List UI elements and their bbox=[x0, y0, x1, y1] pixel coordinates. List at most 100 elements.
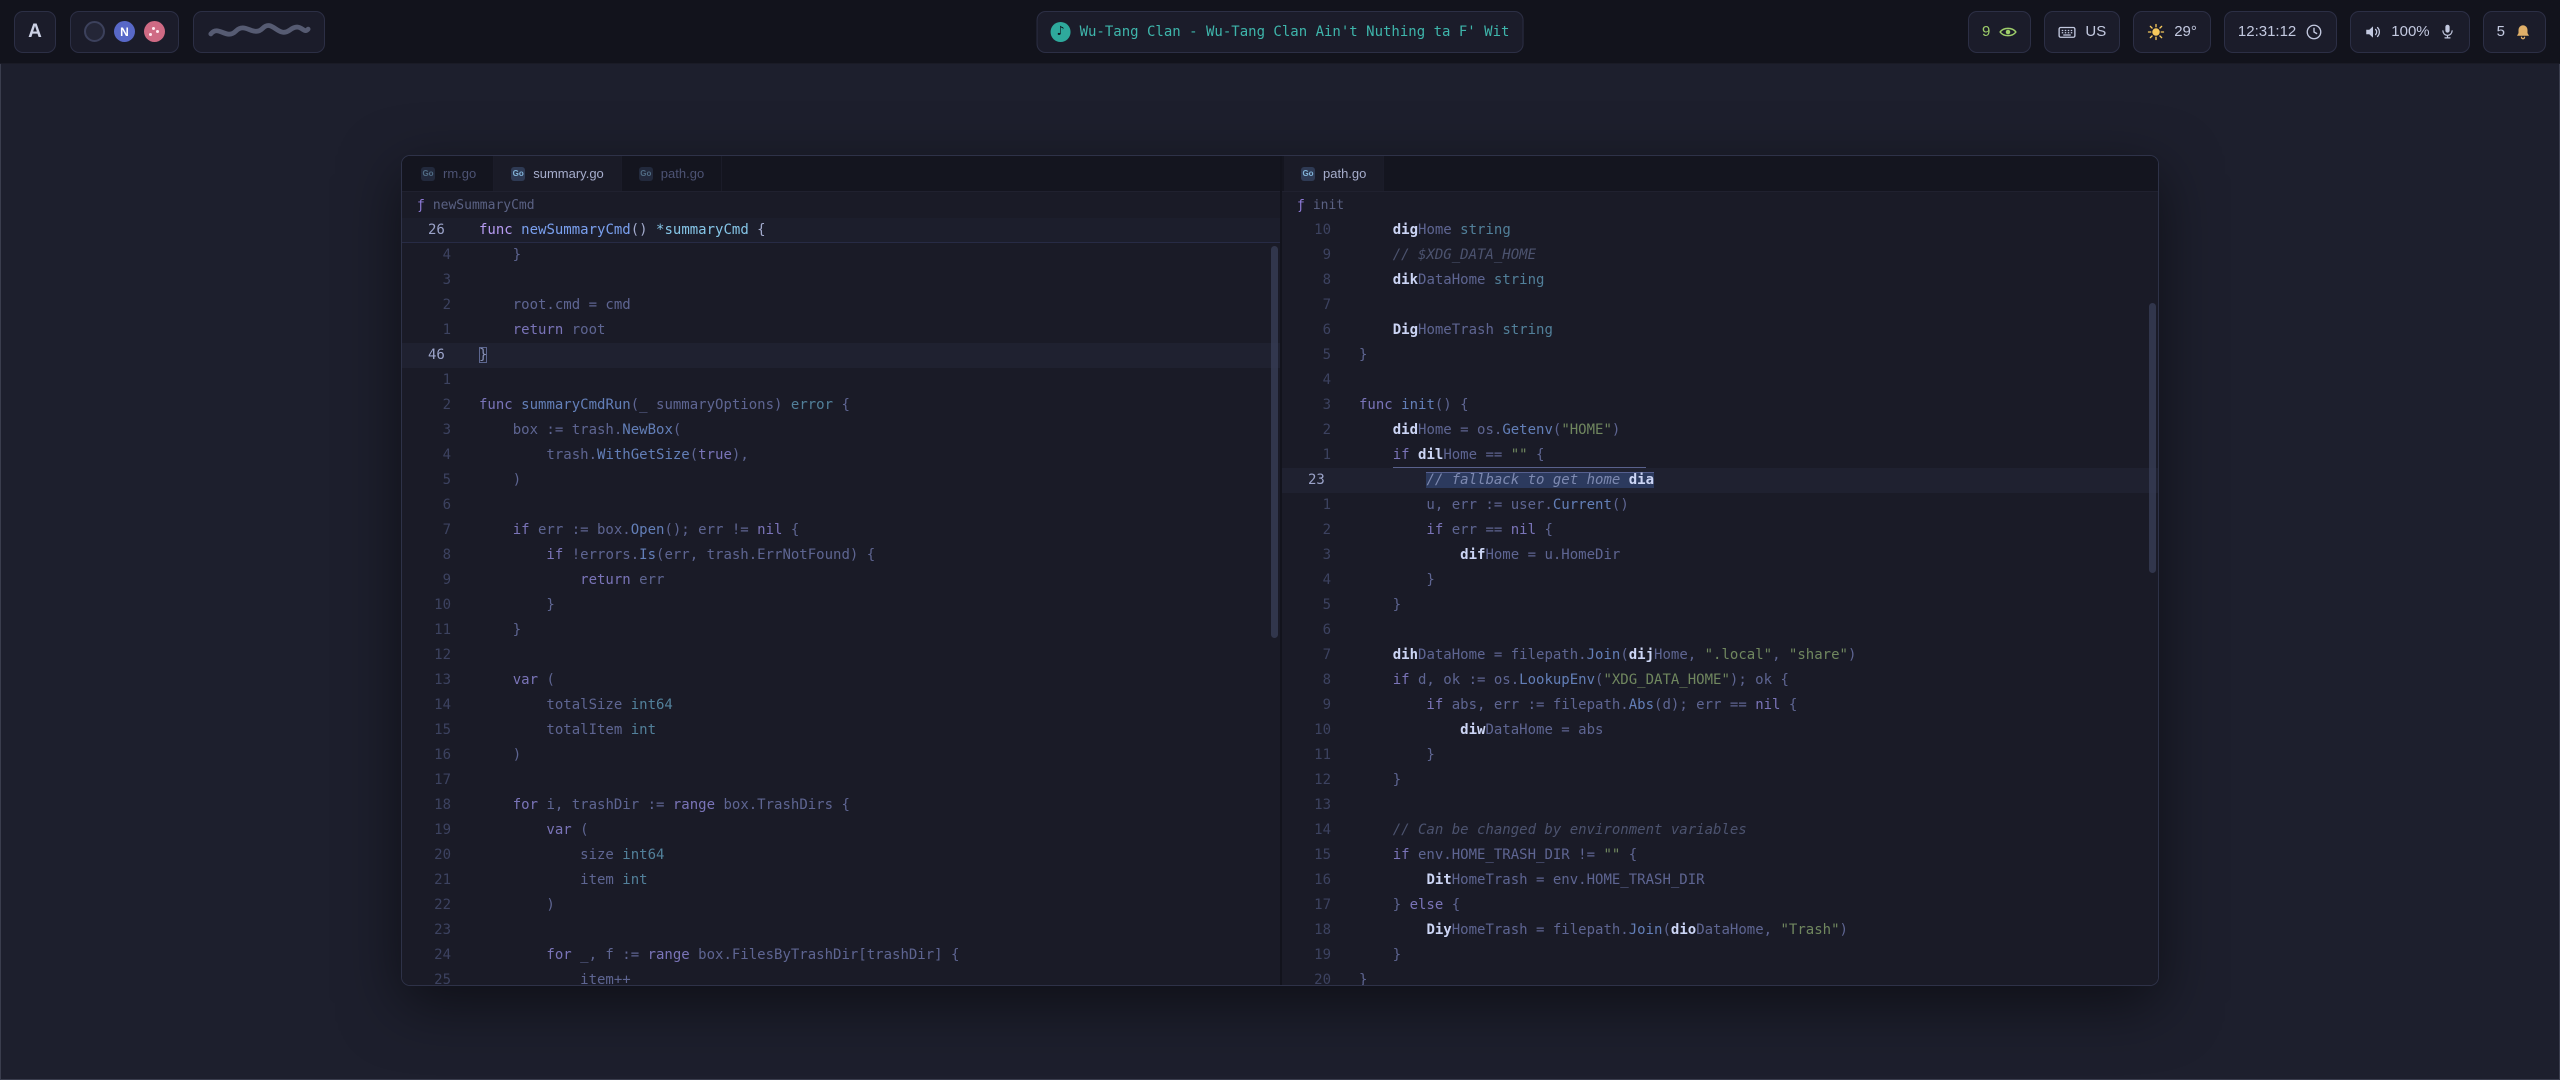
editor-pane-right: Gopath.go ƒ init 10 digHome string9 // $… bbox=[1280, 156, 2158, 985]
code-text bbox=[479, 493, 1280, 518]
code-line[interactable]: 3 difHome = u.HomeDir bbox=[1282, 543, 2158, 568]
code-line[interactable]: 2 didHome = os.Getenv("HOME") bbox=[1282, 418, 2158, 443]
code-text: } bbox=[479, 243, 1280, 268]
code-line[interactable]: 20} bbox=[1282, 968, 2158, 985]
code-line[interactable]: 18 DiyHomeTrash = filepath.Join(dioDataH… bbox=[1282, 918, 2158, 943]
code-line[interactable]: 23 bbox=[402, 918, 1280, 943]
code-line[interactable]: 13 bbox=[1282, 793, 2158, 818]
watcher-widget[interactable]: 9 bbox=[1968, 11, 2031, 53]
app-circle-icon[interactable] bbox=[84, 21, 105, 42]
code-line[interactable]: 1 if dilHome == "" { bbox=[1282, 443, 2158, 468]
code-line[interactable]: 14 // Can be changed by environment vari… bbox=[1282, 818, 2158, 843]
code-line[interactable]: 9 return err bbox=[402, 568, 1280, 593]
code-line[interactable]: 16 ) bbox=[402, 743, 1280, 768]
line-number: 3 bbox=[1308, 543, 1331, 568]
code-line[interactable]: 17 } else { bbox=[1282, 893, 2158, 918]
code-text: // $XDG_DATA_HOME bbox=[1359, 243, 2158, 268]
code-line[interactable]: 16 DitHomeTrash = env.HOME_TRASH_DIR bbox=[1282, 868, 2158, 893]
code-line[interactable]: 7 dihDataHome = filepath.Join(dijHome, "… bbox=[1282, 643, 2158, 668]
code-text: func init() { bbox=[1359, 393, 2158, 418]
code-text: } bbox=[1359, 968, 2158, 985]
tab-summary.go[interactable]: Gosummary.go bbox=[494, 156, 622, 191]
code-line[interactable]: 11 } bbox=[402, 618, 1280, 643]
breadcrumb[interactable]: ƒ newSummaryCmd bbox=[402, 192, 1280, 218]
code-line[interactable]: 3 bbox=[402, 268, 1280, 293]
app-dots-icon[interactable] bbox=[144, 21, 165, 42]
code-line[interactable]: 1 return root bbox=[402, 318, 1280, 343]
code-line[interactable]: 4 trash.WithGetSize(true), bbox=[402, 443, 1280, 468]
code-line[interactable]: 7 if err := box.Open(); err != nil { bbox=[402, 518, 1280, 543]
code-line[interactable]: 19 } bbox=[1282, 943, 2158, 968]
code-line[interactable]: 1 bbox=[402, 368, 1280, 393]
code-line[interactable]: 5 } bbox=[1282, 593, 2158, 618]
code-line[interactable]: 15 if env.HOME_TRASH_DIR != "" { bbox=[1282, 843, 2158, 868]
code-text: difHome = u.HomeDir bbox=[1359, 543, 2158, 568]
code-line[interactable]: 23 // fallback to get home dia bbox=[1282, 468, 2158, 493]
volume-widget[interactable]: 100% bbox=[2350, 11, 2469, 53]
code-line[interactable]: 12 } bbox=[1282, 768, 2158, 793]
tab-rm.go[interactable]: Gorm.go bbox=[404, 156, 494, 191]
line-number: 17 bbox=[1308, 893, 1331, 918]
code-area[interactable]: 10 digHome string9 // $XDG_DATA_HOME8 di… bbox=[1282, 218, 2158, 985]
code-line[interactable]: 9 if abs, err := filepath.Abs(d); err ==… bbox=[1282, 693, 2158, 718]
code-line[interactable]: 21 item int bbox=[402, 868, 1280, 893]
code-text: ) bbox=[479, 468, 1280, 493]
code-area[interactable]: 26func newSummaryCmd() *summaryCmd {4 }3… bbox=[402, 218, 1280, 985]
code-line[interactable]: 4 } bbox=[402, 243, 1280, 268]
code-line[interactable]: 20 size int64 bbox=[402, 843, 1280, 868]
code-line[interactable]: 14 totalSize int64 bbox=[402, 693, 1280, 718]
code-text: u, err := user.Current() bbox=[1359, 493, 2158, 518]
app-n-icon[interactable]: N bbox=[114, 21, 135, 42]
code-line[interactable]: 17 bbox=[402, 768, 1280, 793]
breadcrumb[interactable]: ƒ init bbox=[1282, 192, 2158, 218]
code-line[interactable]: 3 box := trash.NewBox( bbox=[402, 418, 1280, 443]
tab-path.go[interactable]: Gopath.go bbox=[622, 156, 722, 191]
code-line[interactable]: 19 var ( bbox=[402, 818, 1280, 843]
line-number: 18 bbox=[1308, 918, 1331, 943]
redacted-window-title[interactable] bbox=[193, 11, 325, 53]
line-number: 25 bbox=[428, 968, 451, 985]
code-line[interactable]: 3func init() { bbox=[1282, 393, 2158, 418]
code-line[interactable]: 26func newSummaryCmd() *summaryCmd { bbox=[402, 218, 1280, 243]
code-line[interactable]: 10 } bbox=[402, 593, 1280, 618]
code-line[interactable]: 12 bbox=[402, 643, 1280, 668]
code-line[interactable]: 6 bbox=[402, 493, 1280, 518]
keyboard-layout-widget[interactable]: US bbox=[2044, 11, 2120, 53]
code-line[interactable]: 2 if err == nil { bbox=[1282, 518, 2158, 543]
scrollbar-thumb[interactable] bbox=[2149, 303, 2156, 573]
code-line[interactable]: 46} bbox=[402, 343, 1280, 368]
code-line[interactable]: 8 if !errors.Is(err, trash.ErrNotFound) … bbox=[402, 543, 1280, 568]
code-line[interactable]: 6 DigHomeTrash string bbox=[1282, 318, 2158, 343]
weather-widget[interactable]: 29° bbox=[2133, 11, 2211, 53]
code-line[interactable]: 22 ) bbox=[402, 893, 1280, 918]
code-line[interactable]: 8 if d, ok := os.LookupEnv("XDG_DATA_HOM… bbox=[1282, 668, 2158, 693]
code-line[interactable]: 4 bbox=[1282, 368, 2158, 393]
code-line[interactable]: 13 var ( bbox=[402, 668, 1280, 693]
code-line[interactable]: 10 diwDataHome = abs bbox=[1282, 718, 2158, 743]
code-line[interactable]: 2func summaryCmdRun(_ summaryOptions) er… bbox=[402, 393, 1280, 418]
code-line[interactable]: 11 } bbox=[1282, 743, 2158, 768]
code-line[interactable]: 4 } bbox=[1282, 568, 2158, 593]
code-line[interactable]: 8 dikDataHome string bbox=[1282, 268, 2158, 293]
clock-widget[interactable]: 12:31:12 bbox=[2224, 11, 2337, 53]
line-number: 2 bbox=[428, 293, 451, 318]
code-line[interactable]: 24 for _, f := range box.FilesByTrashDir… bbox=[402, 943, 1280, 968]
code-text: var ( bbox=[479, 668, 1280, 693]
launcher-button[interactable]: A bbox=[14, 11, 56, 53]
scrollbar-thumb[interactable] bbox=[1271, 246, 1278, 638]
code-line[interactable]: 5} bbox=[1282, 343, 2158, 368]
code-text: trash.WithGetSize(true), bbox=[479, 443, 1280, 468]
code-line[interactable]: 18 for i, trashDir := range box.TrashDir… bbox=[402, 793, 1280, 818]
code-line[interactable]: 1 u, err := user.Current() bbox=[1282, 493, 2158, 518]
code-line[interactable]: 2 root.cmd = cmd bbox=[402, 293, 1280, 318]
code-line[interactable]: 7 bbox=[1282, 293, 2158, 318]
code-line[interactable]: 5 ) bbox=[402, 468, 1280, 493]
code-line[interactable]: 25 item++ bbox=[402, 968, 1280, 985]
notifications-widget[interactable]: 5 bbox=[2483, 11, 2546, 53]
code-line[interactable]: 6 bbox=[1282, 618, 2158, 643]
code-line[interactable]: 10 digHome string bbox=[1282, 218, 2158, 243]
code-line[interactable]: 15 totalItem int bbox=[402, 718, 1280, 743]
tab-path.go[interactable]: Gopath.go bbox=[1284, 156, 1384, 191]
music-widget[interactable]: ♪ Wu-Tang Clan - Wu-Tang Clan Ain't Nuth… bbox=[1037, 11, 1524, 53]
code-line[interactable]: 9 // $XDG_DATA_HOME bbox=[1282, 243, 2158, 268]
